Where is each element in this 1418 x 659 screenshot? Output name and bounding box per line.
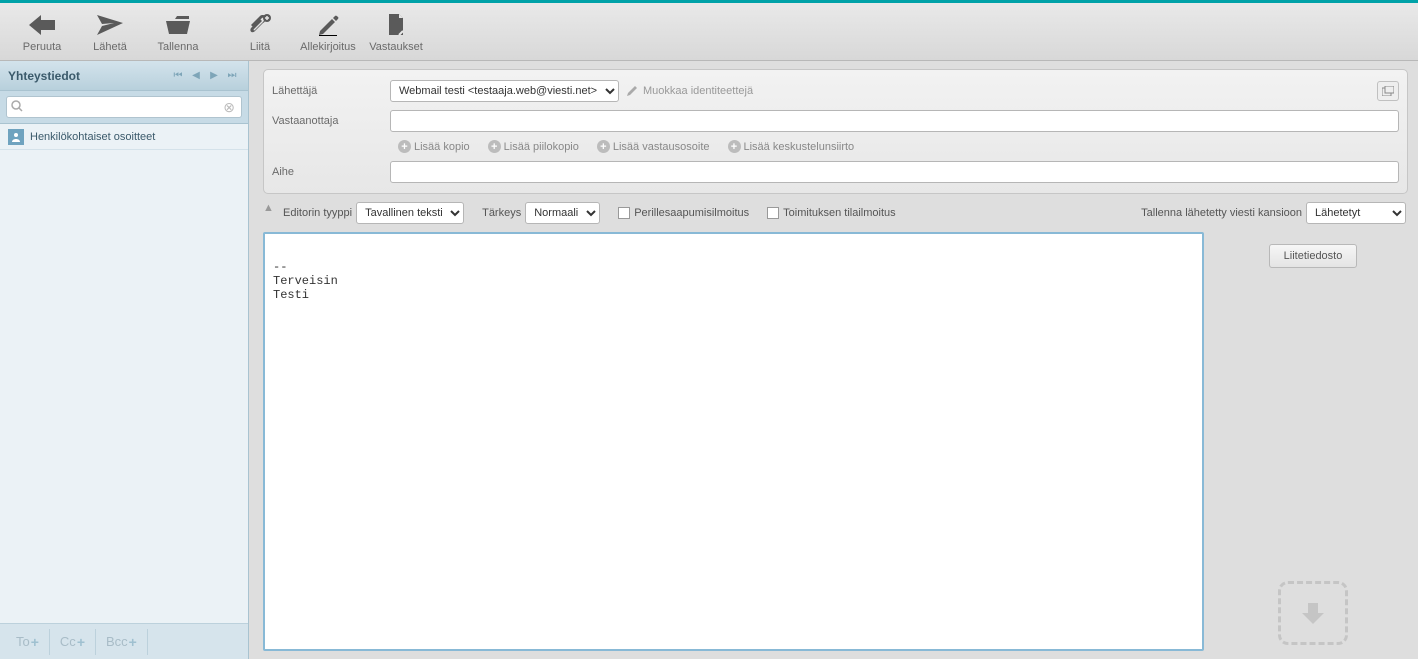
subject-label: Aihe — [272, 166, 390, 178]
contacts-sidebar: Yhteystiedot ⏮ ◀ ▶ ⏭ ⊗ Henkilökohtaiset … — [0, 61, 249, 659]
return-receipt-label: Perillesaapumisilmoitus — [634, 207, 749, 219]
to-input[interactable] — [390, 110, 1399, 132]
save-sent-label: Tallenna lähetetty viesti kansioon — [1141, 207, 1302, 219]
plus-icon: + — [398, 140, 411, 153]
send-button[interactable]: Lähetä — [76, 5, 144, 59]
paper-plane-icon — [97, 11, 123, 39]
dsn-label: Toimituksen tilailmoitus — [783, 207, 895, 219]
send-label: Lähetä — [93, 41, 127, 53]
signature-label: Allekirjoitus — [300, 41, 356, 53]
address-book-list: Henkilökohtaiset osoitteet — [0, 124, 248, 623]
clear-search-icon[interactable]: ⊗ — [223, 99, 241, 116]
from-select[interactable]: Webmail testi <testaaja.web@viesti.net> — [390, 80, 619, 102]
sidebar-header: Yhteystiedot ⏮ ◀ ▶ ⏭ — [0, 61, 248, 91]
last-page-icon[interactable]: ⏭ — [224, 68, 240, 84]
address-book-label: Henkilökohtaiset osoitteet — [30, 131, 155, 143]
edit-identities-link[interactable]: Muokkaa identiteettejä — [627, 84, 753, 99]
first-page-icon[interactable]: ⏮ — [170, 68, 186, 84]
save-button[interactable]: Tallenna — [144, 5, 212, 59]
next-page-icon[interactable]: ▶ — [206, 68, 222, 84]
pencil-icon — [317, 11, 339, 39]
main-toolbar: Peruuta Lähetä Tallenna Liitä Allekirjoi… — [0, 3, 1418, 61]
attach-button[interactable]: Liitä — [226, 5, 294, 59]
collapse-options-icon[interactable]: ▲ — [263, 202, 274, 214]
sidebar-title: Yhteystiedot — [8, 69, 168, 83]
search-icon — [7, 100, 27, 115]
editor-type-select[interactable]: Tavallinen teksti — [356, 202, 464, 224]
subject-input[interactable] — [390, 161, 1399, 183]
dsn-checkbox[interactable] — [767, 207, 779, 219]
prev-page-icon[interactable]: ◀ — [188, 68, 204, 84]
add-bcc-link[interactable]: +Lisää piilokopio — [488, 140, 579, 153]
sidebar-search-wrap: ⊗ — [0, 91, 248, 124]
responses-button[interactable]: Vastaukset — [362, 5, 430, 59]
save-label: Tallenna — [158, 41, 199, 53]
add-cc-link[interactable]: +Lisää kopio — [398, 140, 470, 153]
from-label: Lähettäjä — [272, 85, 390, 97]
signature-button[interactable]: Allekirjoitus — [294, 5, 362, 59]
priority-select[interactable]: Normaali — [525, 202, 600, 224]
attachment-drop-zone[interactable] — [1278, 581, 1348, 645]
compose-area: Lähettäjä Webmail testi <testaaja.web@vi… — [249, 61, 1418, 659]
contact-search-input[interactable] — [27, 101, 223, 113]
plus-icon: + — [488, 140, 501, 153]
message-body-input[interactable] — [265, 234, 1202, 649]
to-label: Vastaanottaja — [272, 115, 390, 127]
attach-file-button[interactable]: Liitetiedosto — [1269, 244, 1358, 268]
add-bcc-button[interactable]: Bcc+ — [96, 629, 148, 655]
plus-icon: + — [728, 140, 741, 153]
save-sent-select[interactable]: Lähetetyt — [1306, 202, 1406, 224]
priority-label: Tärkeys — [482, 207, 521, 219]
responses-label: Vastaukset — [369, 41, 423, 53]
pencil-small-icon — [627, 84, 639, 99]
add-to-button[interactable]: To+ — [6, 629, 50, 655]
attachments-pane: Liitetiedosto — [1218, 232, 1408, 651]
back-arrow-icon — [29, 11, 55, 39]
attach-label: Liitä — [250, 41, 270, 53]
paperclip-icon — [249, 11, 271, 39]
download-icon — [1299, 599, 1327, 627]
compose-headers: Lähettäjä Webmail testi <testaaja.web@vi… — [263, 69, 1408, 194]
plus-icon: + — [597, 140, 610, 153]
folder-icon — [166, 11, 190, 39]
address-book-icon — [8, 129, 24, 145]
address-book-item[interactable]: Henkilökohtaiset osoitteet — [0, 124, 248, 150]
sidebar-footer: To+ Cc+ Bcc+ — [0, 623, 248, 659]
editor-pane — [263, 232, 1204, 651]
compose-options: ▲ Editorin tyyppi Tavallinen teksti Tärk… — [263, 194, 1408, 232]
document-icon — [386, 11, 406, 39]
cancel-button[interactable]: Peruuta — [8, 5, 76, 59]
add-cc-button[interactable]: Cc+ — [50, 629, 96, 655]
cancel-label: Peruuta — [23, 41, 62, 53]
popout-button[interactable] — [1377, 81, 1399, 101]
add-followup-link[interactable]: +Lisää keskustelunsiirto — [728, 140, 855, 153]
editor-type-label: Editorin tyyppi — [283, 207, 352, 219]
add-replyto-link[interactable]: +Lisää vastausosoite — [597, 140, 710, 153]
return-receipt-checkbox[interactable] — [618, 207, 630, 219]
